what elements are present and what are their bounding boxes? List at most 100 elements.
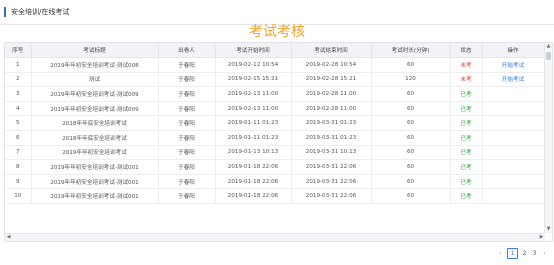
col-header-no: 序号 — [5, 43, 32, 58]
cell-title: 2019年年初安全培训考试-测试001 — [31, 174, 159, 190]
cell-duration: 60 — [371, 159, 451, 175]
cell-no: 8 — [5, 159, 32, 175]
table-row: 5 2018年年底安全培训考试 于春阳 2019-01-11 01:23 2019-03… — [5, 115, 545, 131]
cell-end: 2019-02-28 11:00 — [291, 101, 372, 117]
cell-start: 2019-01-11 01:23 — [215, 130, 292, 146]
page-3-button[interactable]: 3 — [531, 249, 538, 258]
cell-status: 已考 — [450, 86, 483, 102]
cell-status: 未考 — [450, 72, 483, 88]
cell-title: 测试 — [31, 72, 159, 88]
col-header-author: 出卷人 — [158, 43, 216, 58]
cell-author: 于春阳 — [158, 72, 216, 88]
cell-no: 4 — [5, 101, 32, 117]
cell-author: 于春阳 — [158, 188, 216, 204]
cell-action — [482, 188, 545, 204]
cell-title: 2018年年底安全培训考试 — [31, 130, 159, 146]
cell-end: 2019-03-31 22:06 — [291, 188, 372, 204]
exam-table-container: 序号 考试标题 出卷人 考试开始时间 考试结束时间 考试时长(分钟) 状态 操作… — [4, 42, 553, 242]
col-header-status: 状态 — [450, 43, 483, 58]
cell-end: 2019-03-31 22:06 — [291, 159, 372, 175]
pagination: ‹ 1 2 3 › — [497, 247, 548, 259]
exam-table: 序号 考试标题 出卷人 考试开始时间 考试结束时间 考试时长(分钟) 状态 操作… — [5, 43, 545, 204]
cell-start: 2019-01-18 22:06 — [215, 174, 292, 190]
cell-action — [482, 115, 545, 131]
table-row: 7 2019年年初安全培训考试 于春阳 2019-01-13 10:13 2019-03… — [5, 145, 545, 161]
cell-title: 2019年年初安全培训考试-测试008 — [31, 57, 159, 73]
breadcrumb: 安全培训/在线考试 — [11, 8, 70, 16]
cell-duration: 120 — [371, 72, 451, 88]
cell-action — [482, 159, 545, 175]
cell-title: 2019年年初安全培训考试 — [31, 145, 159, 161]
col-header-start: 考试开始时间 — [215, 43, 292, 58]
col-header-title: 考试标题 — [31, 43, 159, 58]
cell-title: 2019年年初安全培训考试-测试001 — [31, 159, 159, 175]
cell-start: 2019-01-18 22:06 — [215, 188, 292, 204]
top-bar: 安全培训/在线考试 — [0, 0, 554, 25]
cell-author: 于春阳 — [158, 145, 216, 161]
cell-duration: 60 — [371, 86, 451, 102]
next-page-button[interactable]: › — [541, 249, 548, 258]
table-row: 8 2019年年初安全培训考试-测试001 于春阳 2019-01-18 22:06 2… — [5, 159, 545, 175]
cell-author: 于春阳 — [158, 86, 216, 102]
page-1-button[interactable]: 1 — [507, 247, 518, 259]
vertical-scrollbar[interactable]: ▲ ▼ — [544, 43, 552, 233]
cell-status: 已考 — [450, 130, 483, 146]
cell-author: 于春阳 — [158, 57, 216, 73]
cell-status: 未考 — [450, 57, 483, 73]
cell-no: 1 — [5, 57, 32, 73]
vertical-scroll-thumb[interactable] — [546, 52, 551, 60]
cell-start: 2019-01-13 10:13 — [215, 145, 292, 161]
cell-end: 2019-03-31 01:23 — [291, 130, 372, 146]
cell-end: 2019-03-31 10:13 — [291, 145, 372, 161]
scroll-left-icon[interactable]: ◀ — [5, 234, 12, 241]
scroll-up-icon[interactable]: ▲ — [545, 43, 552, 50]
cell-start: 2019-02-15 15:21 — [215, 72, 292, 88]
cell-start: 2019-02-13 11:00 — [215, 101, 292, 117]
scroll-down-icon[interactable]: ▼ — [545, 226, 552, 233]
table-row: 6 2018年年底安全培训考试 于春阳 2019-01-11 01:23 2019-03… — [5, 130, 545, 146]
horizontal-scrollbar[interactable]: ◀ ▶ — [5, 233, 545, 241]
cell-action — [482, 145, 545, 161]
page-title: 考试考核 — [249, 24, 305, 40]
cell-start: 2019-02-13 11:00 — [215, 86, 292, 102]
cell-action — [482, 101, 545, 117]
cell-title: 2019年年初安全培训考试-测试009 — [31, 86, 159, 102]
cell-status: 已考 — [450, 115, 483, 131]
cell-no: 9 — [5, 174, 32, 190]
page-2-button[interactable]: 2 — [521, 249, 528, 258]
cell-author: 于春阳 — [158, 174, 216, 190]
start-exam-link[interactable]: 开始考试 — [482, 72, 545, 88]
table-header-row: 序号 考试标题 出卷人 考试开始时间 考试结束时间 考试时长(分钟) 状态 操作 — [5, 43, 545, 58]
start-exam-link[interactable]: 开始考试 — [482, 57, 545, 73]
col-header-end: 考试结束时间 — [291, 43, 372, 58]
cell-end: 2019-02-28 15:21 — [291, 72, 372, 88]
cell-duration: 60 — [371, 115, 451, 131]
scroll-right-icon[interactable]: ▶ — [538, 234, 545, 241]
cell-title: 2018年年底安全培训考试 — [31, 115, 159, 131]
cell-author: 于春阳 — [158, 115, 216, 131]
cell-duration: 60 — [371, 101, 451, 117]
cell-no: 7 — [5, 145, 32, 161]
cell-end: 2019-03-31 01:23 — [291, 115, 372, 131]
table-row: 10 2019年年初安全培训考试-测试001 于春阳 2019-01-18 22:06… — [5, 188, 545, 204]
breadcrumb-accent — [4, 7, 6, 17]
table-row: 4 2019年年初安全培训考试-测试009 于春阳 2019-02-13 11:00 2… — [5, 101, 545, 117]
cell-status: 已考 — [450, 145, 483, 161]
cell-action — [482, 86, 545, 102]
prev-page-button[interactable]: ‹ — [497, 249, 504, 258]
cell-status: 已考 — [450, 101, 483, 117]
cell-author: 于春阳 — [158, 130, 216, 146]
cell-duration: 60 — [371, 57, 451, 73]
table-row: 1 2019年年初安全培训考试-测试008 于春阳 2019-02-12 10:54 2… — [5, 57, 545, 73]
cell-title: 2019年年初安全培训考试-测试001 — [31, 188, 159, 204]
cell-status: 已考 — [450, 188, 483, 204]
cell-start: 2019-02-12 10:54 — [215, 57, 292, 73]
cell-end: 2019-02-28 10:54 — [291, 57, 372, 73]
cell-action — [482, 130, 545, 146]
cell-duration: 60 — [371, 145, 451, 161]
table-body: 1 2019年年初安全培训考试-测试008 于春阳 2019-02-12 10:54 2… — [5, 57, 545, 204]
cell-no: 6 — [5, 130, 32, 146]
cell-start: 2019-01-18 22:06 — [215, 159, 292, 175]
cell-status: 已考 — [450, 174, 483, 190]
cell-author: 于春阳 — [158, 159, 216, 175]
